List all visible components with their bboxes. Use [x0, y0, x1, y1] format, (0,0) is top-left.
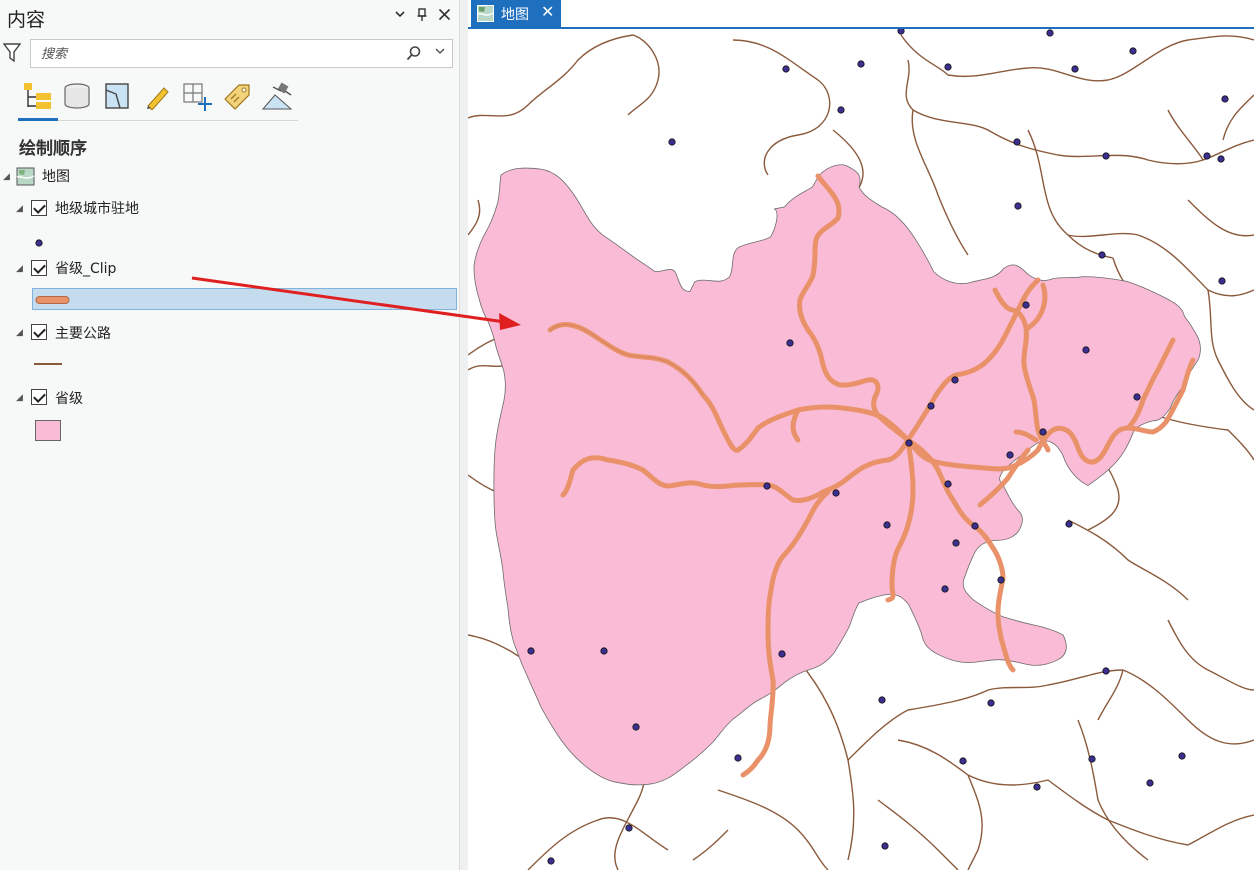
map-tab-icon: [477, 5, 494, 22]
active-tool-indicator: [18, 118, 58, 121]
search-box: [30, 39, 453, 68]
list-by-snapping-icon[interactable]: [181, 79, 213, 113]
toolbar-divider: [18, 120, 298, 121]
sichuan-polygon: [473, 164, 1201, 786]
list-by-labeling-icon[interactable]: [221, 79, 253, 113]
layer-label-cities[interactable]: 地级城市驻地: [55, 197, 139, 219]
expand-layer-triangle-icon[interactable]: ◢: [16, 393, 23, 403]
layer-visibility-checkbox[interactable]: [31, 200, 47, 216]
selected-symbol-row[interactable]: [32, 288, 457, 310]
section-heading: 绘制顺序: [19, 139, 87, 159]
expand-layer-triangle-icon[interactable]: ◢: [16, 328, 23, 338]
layer-label-provinces[interactable]: 省级: [55, 387, 83, 409]
list-by-editing-icon[interactable]: [141, 79, 173, 113]
tab-map[interactable]: 地图 ✕: [471, 0, 561, 27]
search-icon[interactable]: [406, 45, 422, 65]
map-node-label[interactable]: 地图: [42, 165, 70, 187]
point-symbol-icon[interactable]: [34, 233, 44, 252]
list-by-drawing-order-icon[interactable]: [21, 79, 53, 113]
expand-layer-triangle-icon[interactable]: ◢: [16, 264, 23, 274]
search-options-chevron-icon[interactable]: [434, 45, 446, 60]
contents-pane: 内容 绘制顺序 ◢: [0, 0, 459, 870]
filter-icon[interactable]: [2, 43, 22, 67]
line-symbol-icon[interactable]: [34, 363, 62, 365]
layer-visibility-checkbox[interactable]: [31, 260, 47, 276]
list-by-selection-icon[interactable]: [101, 79, 133, 113]
polygon-symbol-icon[interactable]: [35, 420, 61, 441]
chevron-down-icon[interactable]: [391, 8, 409, 24]
layer-visibility-checkbox[interactable]: [31, 389, 47, 405]
list-by-source-icon[interactable]: [61, 79, 93, 113]
map-view[interactable]: 地图 ✕: [468, 0, 1254, 870]
layer-label-roads[interactable]: 主要公路: [55, 322, 111, 344]
pane-title: 内容: [7, 9, 46, 31]
map-icon: [16, 167, 35, 190]
layer-label-clip[interactable]: 省级_Clip: [55, 257, 116, 279]
pin-icon[interactable]: [413, 8, 431, 26]
list-by-perspective-imagery-icon[interactable]: [261, 79, 293, 113]
map-canvas[interactable]: [468, 29, 1254, 870]
thick-line-symbol-icon: [35, 296, 70, 304]
tab-close-icon[interactable]: ✕: [541, 2, 554, 21]
tab-label: 地图: [501, 7, 529, 23]
expand-layer-triangle-icon[interactable]: ◢: [16, 204, 23, 214]
layer-visibility-checkbox[interactable]: [31, 324, 47, 340]
close-icon[interactable]: [435, 8, 453, 25]
expand-map-triangle-icon[interactable]: ◢: [3, 172, 10, 182]
search-input[interactable]: [39, 43, 403, 65]
